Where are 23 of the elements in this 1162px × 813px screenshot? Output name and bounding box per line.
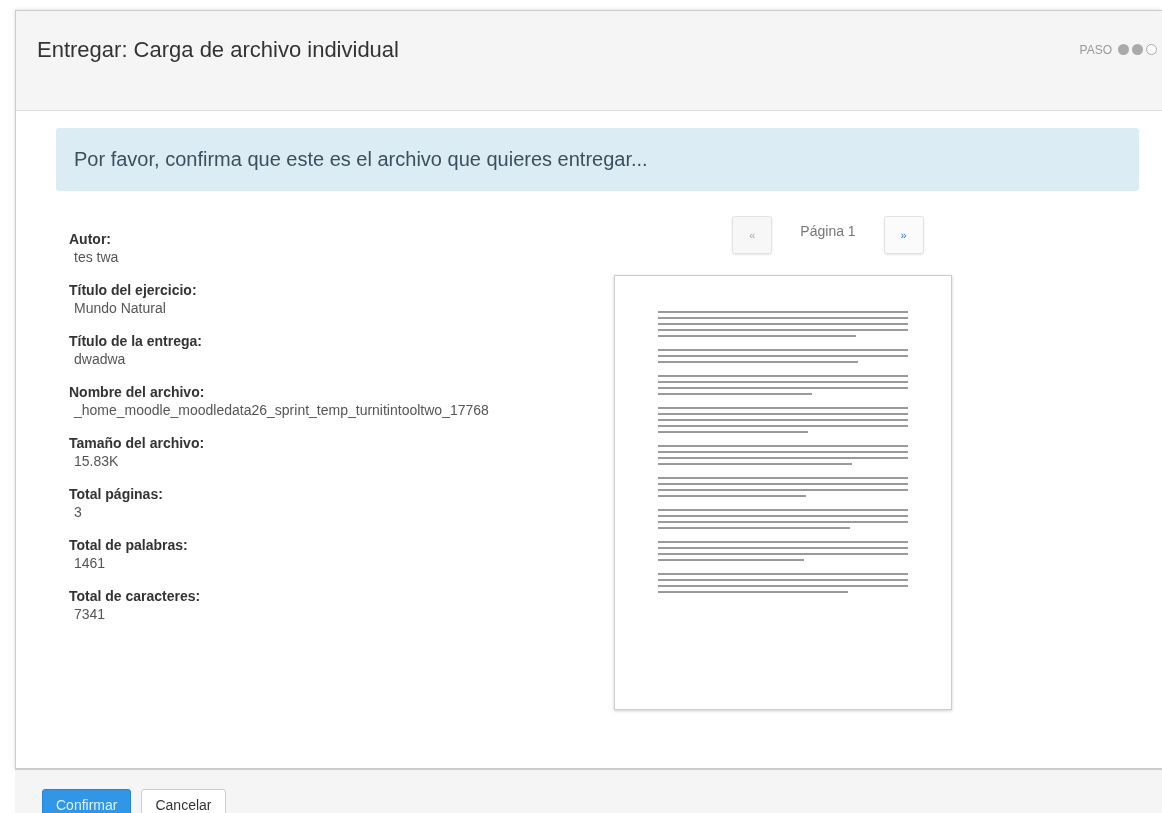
field-value: Mundo Natural (73, 300, 167, 316)
field-label: Título de la entrega: (69, 333, 203, 349)
field-label: Tamaño del archivo: (69, 435, 206, 451)
field-label: Nombre del archivo: (69, 384, 206, 400)
next-page-button[interactable]: » (883, 216, 924, 254)
field-label: Autor: (69, 231, 112, 247)
cancel-button[interactable]: Cancelar (141, 789, 226, 813)
field-label: Total de caracteres: (69, 588, 202, 604)
field-value: tes twa (73, 249, 120, 265)
field-label: Total páginas: (69, 486, 164, 502)
dialog-title: Entregar: Carga de archivo individual (37, 36, 399, 63)
info-alert: Por favor, confirma que este es el archivo que quieres entregar... (56, 128, 1139, 191)
field-label: Total de palabras: (69, 537, 189, 553)
field-label: Título del ejercicio: (69, 282, 198, 298)
step-label: PASO (1079, 42, 1112, 57)
confirm-button[interactable]: Confirmar (42, 789, 132, 813)
field-value: 15.83K (73, 453, 120, 469)
field-value: dwadwa (73, 351, 127, 367)
field-value: 3 (73, 504, 83, 520)
field-value: _home_moodle_moodledata26_sprint_temp_turnitintooltwo_17768 (72, 402, 490, 418)
field-value: 7341 (73, 606, 107, 622)
page-number: Página 1 (800, 223, 856, 239)
field-value: 1461 (73, 555, 107, 571)
